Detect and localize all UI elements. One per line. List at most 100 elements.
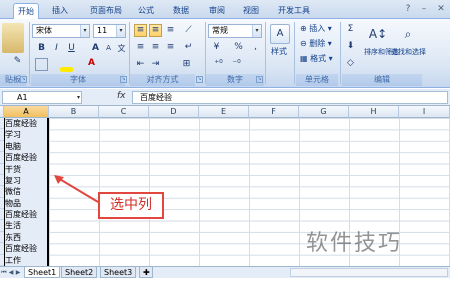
- font-name-select[interactable]: 宋体 ▾: [32, 24, 90, 38]
- sheet-tab-3[interactable]: Sheet3: [100, 267, 137, 278]
- styles-label[interactable]: 样式: [271, 46, 287, 58]
- tab-view[interactable]: 视图: [238, 3, 264, 19]
- currency-button[interactable]: ¥: [210, 41, 223, 54]
- first-sheet-icon[interactable]: ⏮: [1, 267, 7, 278]
- decrease-decimal-button[interactable]: ⁻⁰: [230, 58, 243, 71]
- italic-button[interactable]: I: [50, 42, 63, 55]
- grow-font-button[interactable]: A: [89, 42, 102, 55]
- align-middle-button[interactable]: ≡: [149, 24, 162, 37]
- name-box[interactable]: A1 ▾: [2, 91, 82, 104]
- number-format-select[interactable]: 常规 ▾: [208, 24, 262, 38]
- column-header-h[interactable]: H: [349, 106, 399, 118]
- bold-button[interactable]: B: [35, 42, 48, 55]
- underline-button[interactable]: U: [65, 42, 78, 55]
- cell-a[interactable]: 复习: [4, 175, 48, 186]
- below-window-area: [0, 279, 450, 308]
- sort-filter-icon[interactable]: A↕: [368, 24, 388, 44]
- group-separator: [294, 22, 295, 84]
- cell-a[interactable]: 生活: [4, 220, 48, 231]
- border-icon[interactable]: [35, 58, 48, 71]
- find-select-button[interactable]: 查找和选择: [391, 46, 426, 58]
- wrap-text-button[interactable]: ↵: [182, 41, 195, 54]
- cell-a[interactable]: 百度经验: [4, 243, 48, 254]
- align-center-button[interactable]: ≡: [149, 41, 162, 54]
- insert-sheet-icon[interactable]: ✚: [139, 267, 153, 278]
- formula-input[interactable]: 百度经验: [132, 91, 448, 104]
- chevron-down-icon[interactable]: ▾: [116, 25, 125, 37]
- tab-data[interactable]: 数据: [168, 3, 194, 19]
- decrease-indent-button[interactable]: ⇤: [134, 58, 147, 71]
- next-sheet-icon[interactable]: ▶: [15, 267, 21, 278]
- font-launcher-icon[interactable]: ↘: [120, 76, 127, 83]
- autosum-icon[interactable]: Σ: [344, 23, 357, 36]
- close-icon[interactable]: ✕: [434, 2, 448, 16]
- column-header-g[interactable]: G: [299, 106, 349, 118]
- align-bottom-button[interactable]: ≡: [164, 24, 177, 37]
- column-header-d[interactable]: D: [149, 106, 199, 118]
- clipboard-launcher-icon[interactable]: ↘: [20, 76, 27, 83]
- font-size-value: 11: [97, 26, 108, 35]
- formula-bar: A1 ▾ fx 百度经验: [0, 89, 450, 106]
- cell-a[interactable]: 学习: [4, 129, 48, 140]
- merge-cells-button[interactable]: ⊞: [180, 58, 193, 71]
- tab-home[interactable]: 开始: [13, 3, 39, 19]
- align-top-button[interactable]: ≡: [134, 24, 147, 37]
- prev-sheet-icon[interactable]: ◀: [8, 267, 14, 278]
- help-icon[interactable]: ?: [401, 2, 415, 16]
- align-left-button[interactable]: ≡: [134, 41, 147, 54]
- delete-cells-button[interactable]: ⊖ 删除 ▾: [300, 38, 332, 50]
- sheet-tab-2[interactable]: Sheet2: [61, 267, 98, 278]
- increase-indent-button[interactable]: ⇥: [149, 58, 162, 71]
- number-launcher-icon[interactable]: ↘: [256, 76, 263, 83]
- minimize-icon[interactable]: –: [417, 2, 431, 16]
- font-size-select[interactable]: 11 ▾: [93, 24, 126, 38]
- format-painter-icon[interactable]: ✎: [11, 55, 24, 68]
- cell-a[interactable]: 工作: [4, 255, 48, 266]
- cell-a[interactable]: 干货: [4, 164, 48, 175]
- column-header-e[interactable]: E: [199, 106, 249, 118]
- shrink-font-button[interactable]: A: [102, 42, 115, 55]
- column-header-f[interactable]: F: [249, 106, 299, 118]
- styles-icon[interactable]: A: [270, 24, 290, 44]
- tab-formulas[interactable]: 公式: [133, 3, 159, 19]
- tab-page-layout[interactable]: 页面布局: [84, 3, 128, 19]
- cell-a[interactable]: 百度经验: [4, 152, 48, 163]
- cell-a[interactable]: 物品: [4, 198, 48, 209]
- chevron-down-icon[interactable]: ▾: [252, 25, 261, 37]
- cell-a[interactable]: 百度经验: [4, 209, 48, 220]
- column-header-b[interactable]: B: [49, 106, 99, 118]
- phonetic-button[interactable]: 文: [115, 42, 128, 55]
- find-select-icon[interactable]: ⌕: [398, 24, 418, 44]
- align-right-button[interactable]: ≡: [164, 41, 177, 54]
- paste-icon[interactable]: [2, 23, 24, 53]
- chevron-down-icon[interactable]: ▾: [77, 92, 80, 103]
- insert-cells-button[interactable]: ⊕ 插入 ▾: [300, 23, 332, 35]
- tab-insert[interactable]: 插入: [48, 3, 72, 19]
- column-header-a[interactable]: A: [4, 106, 49, 118]
- cell-a[interactable]: 百度经验: [4, 118, 48, 129]
- orientation-button[interactable]: ⟋: [182, 24, 195, 37]
- horizontal-scrollbar[interactable]: [290, 268, 448, 277]
- font-color-icon[interactable]: A: [85, 57, 98, 70]
- insert-function-icon[interactable]: fx: [117, 91, 126, 101]
- chevron-down-icon[interactable]: ▾: [80, 25, 89, 37]
- comma-style-button[interactable]: ,: [249, 41, 262, 54]
- alignment-launcher-icon[interactable]: ↘: [196, 76, 203, 83]
- format-cells-button[interactable]: ▦ 格式 ▾: [300, 53, 333, 65]
- cell-a[interactable]: 东西: [4, 232, 48, 243]
- column-header-c[interactable]: C: [99, 106, 149, 118]
- clear-icon[interactable]: ◇: [344, 57, 357, 70]
- column-header-i[interactable]: I: [399, 106, 450, 118]
- ribbon: ✎ 贴板 ↘ 宋体 ▾ 11 ▾ B I U A A 文 A 字体 ↘ ≡ ≡ ≡ …: [0, 19, 450, 88]
- tab-review[interactable]: 审阅: [204, 3, 230, 19]
- cell-a[interactable]: 微信: [4, 186, 48, 197]
- fill-color-icon[interactable]: [60, 67, 73, 72]
- sheet-tab-1[interactable]: Sheet1: [24, 267, 61, 278]
- increase-decimal-button[interactable]: ⁺⁰: [212, 58, 225, 71]
- watermark-text: 软件技巧: [306, 231, 403, 256]
- tab-developer[interactable]: 开发工具: [272, 3, 316, 19]
- cell-a[interactable]: 电脑: [4, 141, 48, 152]
- fill-icon[interactable]: ⬇: [344, 40, 357, 53]
- group-separator: [29, 22, 30, 84]
- percent-button[interactable]: %: [232, 41, 245, 54]
